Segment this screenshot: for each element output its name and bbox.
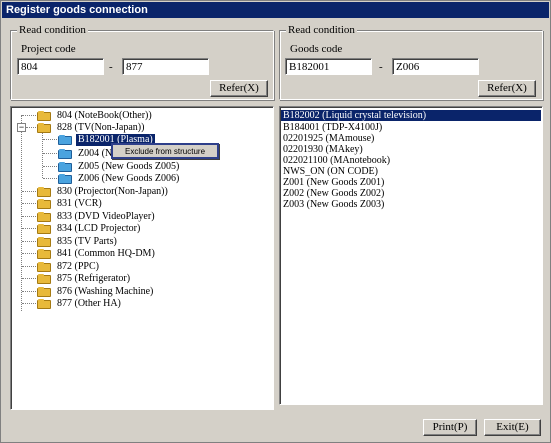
left-read-condition-group: Read condition Project code - Refer(X) bbox=[10, 24, 274, 100]
goods-code-separator: - bbox=[379, 61, 383, 73]
folder-icon bbox=[37, 187, 51, 197]
tree-item-label: 830 (Projector(Non-Japan)) bbox=[57, 186, 168, 197]
tree-branch bbox=[43, 153, 57, 154]
tree-branch bbox=[22, 191, 36, 192]
list-item[interactable]: Z002 (New Goods Z002) bbox=[281, 188, 384, 199]
list-item[interactable]: NWS_ON (ON CODE) bbox=[281, 166, 378, 177]
tree-item-label: 831 (VCR) bbox=[57, 198, 102, 209]
folder-icon bbox=[37, 274, 51, 284]
tree-collapse-toggle[interactable]: − bbox=[17, 123, 26, 132]
tree-item-label: 828 (TV(Non-Japan)) bbox=[57, 122, 145, 133]
project-code-separator: - bbox=[109, 61, 113, 73]
goods-code-from-input[interactable] bbox=[285, 58, 372, 75]
tree-branch bbox=[22, 115, 36, 116]
tree-item-label: 875 (Refrigerator) bbox=[57, 273, 131, 284]
tree-branch bbox=[22, 228, 36, 229]
folder-icon bbox=[58, 162, 72, 172]
tree-branch bbox=[22, 291, 36, 292]
tree-item-label: Z005 (New Goods Z005) bbox=[78, 161, 180, 172]
window-title: Register goods connection bbox=[2, 2, 549, 18]
tree-item-label: 833 (DVD VideoPlayer) bbox=[57, 211, 155, 222]
folder-icon bbox=[37, 299, 51, 309]
tree-item-label: 834 (LCD Projector) bbox=[57, 223, 141, 234]
goods-code-label: Goods code bbox=[290, 43, 343, 55]
folder-icon bbox=[37, 199, 51, 209]
folder-icon bbox=[37, 287, 51, 297]
print-button[interactable]: Print(P) bbox=[423, 419, 477, 436]
tree-branch bbox=[26, 127, 36, 128]
tree-context-menu: Exclude from structure bbox=[111, 143, 219, 159]
tree-branch bbox=[43, 178, 57, 179]
tree-branch bbox=[22, 203, 36, 204]
register-goods-window: Register goods connection Read condition… bbox=[0, 0, 551, 443]
tree-branch bbox=[22, 253, 36, 254]
right-group-legend: Read condition bbox=[286, 24, 357, 36]
tree-branch bbox=[22, 303, 36, 304]
folder-icon bbox=[37, 212, 51, 222]
tree-item-label: 872 (PPC) bbox=[57, 261, 99, 272]
folder-icon bbox=[37, 224, 51, 234]
project-code-from-input[interactable] bbox=[17, 58, 104, 75]
right-read-condition-group: Read condition Goods code - Refer(X) bbox=[279, 24, 543, 100]
exclude-from-structure-menu-item[interactable]: Exclude from structure bbox=[115, 146, 215, 158]
folder-icon bbox=[58, 135, 72, 145]
tree-item-label: 876 (Washing Machine) bbox=[57, 286, 154, 297]
folder-icon bbox=[37, 249, 51, 259]
folder-open-icon bbox=[37, 123, 51, 133]
project-code-label: Project code bbox=[21, 43, 76, 55]
tree-root-line bbox=[21, 115, 22, 311]
tree-item-label: 877 (Other HA) bbox=[57, 298, 121, 309]
tree-branch bbox=[22, 216, 36, 217]
tree-branch bbox=[22, 278, 36, 279]
folder-icon bbox=[58, 149, 72, 159]
folder-icon bbox=[58, 174, 72, 184]
tree-item-label: 841 (Common HQ-DM) bbox=[57, 248, 155, 259]
tree-branch bbox=[43, 166, 57, 167]
list-item[interactable]: Z003 (New Goods Z003) bbox=[281, 199, 384, 210]
list-item-selected[interactable]: B182002 (Liquid crystal television) bbox=[281, 110, 541, 121]
list-item[interactable]: B184001 (TDP-X4100J) bbox=[281, 122, 382, 133]
list-item[interactable]: 02201930 (MAkey) bbox=[281, 144, 363, 155]
exit-button[interactable]: Exit(E) bbox=[484, 419, 541, 436]
folder-icon bbox=[37, 237, 51, 247]
goods-list-panel[interactable]: B182002 (Liquid crystal television) B184… bbox=[279, 106, 543, 405]
tree-item-label: Z006 (New Goods Z006) bbox=[78, 173, 180, 184]
folder-icon bbox=[37, 111, 51, 121]
tree-item-label: Z004 (N bbox=[78, 148, 113, 159]
tree-branch bbox=[22, 266, 36, 267]
tree-branch bbox=[43, 139, 57, 140]
right-refer-button[interactable]: Refer(X) bbox=[478, 80, 536, 97]
tree-branch bbox=[22, 241, 36, 242]
folder-icon bbox=[37, 262, 51, 272]
tree-item-label: 804 (NoteBook(Other)) bbox=[57, 110, 152, 121]
left-group-legend: Read condition bbox=[17, 24, 88, 36]
list-item[interactable]: Z001 (New Goods Z001) bbox=[281, 177, 384, 188]
tree-item-label: 835 (TV Parts) bbox=[57, 236, 117, 247]
left-refer-button[interactable]: Refer(X) bbox=[210, 80, 268, 97]
goods-code-to-input[interactable] bbox=[392, 58, 479, 75]
list-item[interactable]: 022021100 (MAnotebook) bbox=[281, 155, 390, 166]
project-code-to-input[interactable] bbox=[122, 58, 209, 75]
list-item[interactable]: 02201925 (MAmouse) bbox=[281, 133, 374, 144]
